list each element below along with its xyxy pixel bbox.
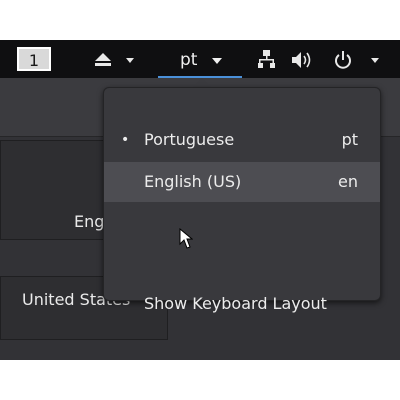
dropdown-arrow-icon: [212, 58, 222, 64]
menu-item-label: Portuguese: [144, 130, 235, 149]
keyboard-layout-button[interactable]: pt: [158, 46, 242, 78]
menu-item-label: Show Keyboard Layout: [144, 294, 327, 313]
system-status-icons: [258, 50, 379, 69]
eject-menu-button[interactable]: [92, 48, 142, 72]
workspace-indicator[interactable]: 1: [17, 47, 51, 71]
menu-item-english-us[interactable]: English (US) en: [104, 162, 380, 202]
menu-item-code: en: [338, 172, 358, 191]
network-icon: [258, 50, 275, 68]
page-footer: [0, 360, 400, 400]
eject-icon: [95, 53, 134, 66]
menu-item-code: pt: [341, 130, 358, 149]
desktop-screen: Eng United States 1 pt • Portuguese pt E…: [0, 40, 400, 360]
selected-bullet-icon: •: [121, 132, 130, 148]
system-menu-button[interactable]: [258, 48, 398, 72]
volume-icon: [292, 52, 311, 68]
background-language-text: Eng: [74, 212, 105, 231]
menu-item-portuguese[interactable]: • Portuguese pt: [104, 120, 380, 160]
keyboard-layout-menu: • Portuguese pt English (US) en Show Key…: [103, 87, 381, 313]
show-keyboard-layout-item[interactable]: Show Keyboard Layout: [104, 284, 380, 324]
dropdown-arrow-icon: [126, 58, 134, 63]
menu-item-label: English (US): [144, 172, 242, 191]
mouse-cursor-icon: [179, 228, 193, 249]
language-code-label: pt: [180, 50, 198, 70]
top-bar: 1 pt: [0, 40, 400, 78]
power-icon: [335, 51, 351, 69]
